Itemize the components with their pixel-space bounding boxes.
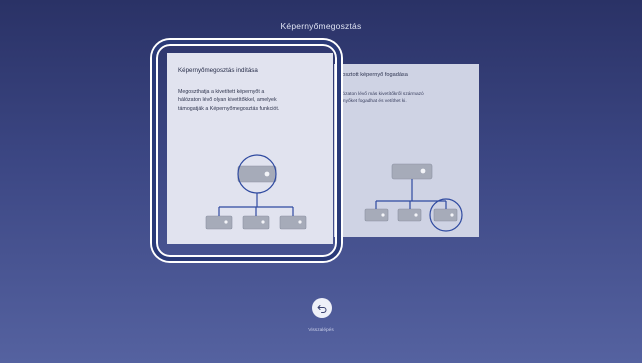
receive-network-diagram — [364, 163, 463, 232]
return-arrow-icon — [317, 305, 327, 313]
card-title: egosztott képernyő fogadása — [336, 72, 408, 78]
back-button-label: Visszalépés — [308, 328, 334, 333]
card-description: hálózaton lévő más kivetítőkről származó… — [336, 92, 424, 104]
back-button[interactable] — [312, 298, 332, 318]
card-description: Megoszthatja a kivetített képernyőt a há… — [178, 89, 280, 112]
card-title: Képernyőmegosztás indítása — [178, 67, 258, 74]
page-title: Képernyőmegosztás — [280, 21, 362, 31]
share-network-diagram — [205, 154, 307, 230]
